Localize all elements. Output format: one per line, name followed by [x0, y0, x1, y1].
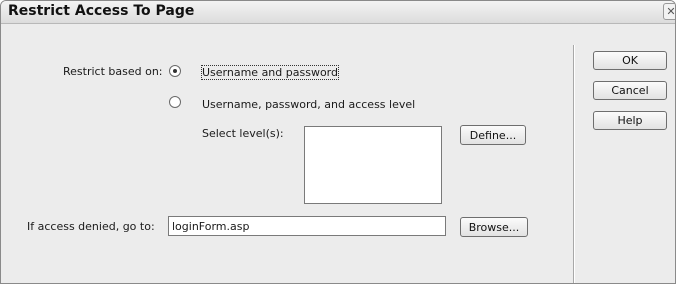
title-bar: Restrict Access To Page ✕ [1, 1, 675, 24]
option-access-level-label[interactable]: Username, password, and access level [202, 98, 415, 111]
access-denied-url-field[interactable] [168, 216, 446, 236]
radio-username-password[interactable] [169, 65, 181, 77]
dialog-title: Restrict Access To Page [8, 3, 195, 19]
button-column-divider [573, 45, 575, 283]
close-icon[interactable]: ✕ [663, 3, 675, 20]
help-button[interactable]: Help [593, 111, 667, 130]
radio-selected-dot [173, 69, 177, 73]
ok-button[interactable]: OK [593, 51, 667, 70]
radio-username-password-access-level[interactable] [169, 96, 181, 108]
option-username-password-label[interactable]: Username and password [201, 65, 339, 80]
select-levels-label: Select level(s): [202, 127, 284, 140]
cancel-button[interactable]: Cancel [593, 81, 667, 100]
browse-button[interactable]: Browse... [460, 217, 528, 237]
define-button[interactable]: Define... [460, 125, 526, 145]
access-levels-listbox[interactable] [304, 126, 442, 204]
restrict-access-dialog: Restrict Access To Page ✕ Restrict based… [0, 0, 676, 284]
access-denied-label: If access denied, go to: [27, 220, 155, 233]
restrict-based-on-label: Restrict based on: [63, 65, 163, 78]
